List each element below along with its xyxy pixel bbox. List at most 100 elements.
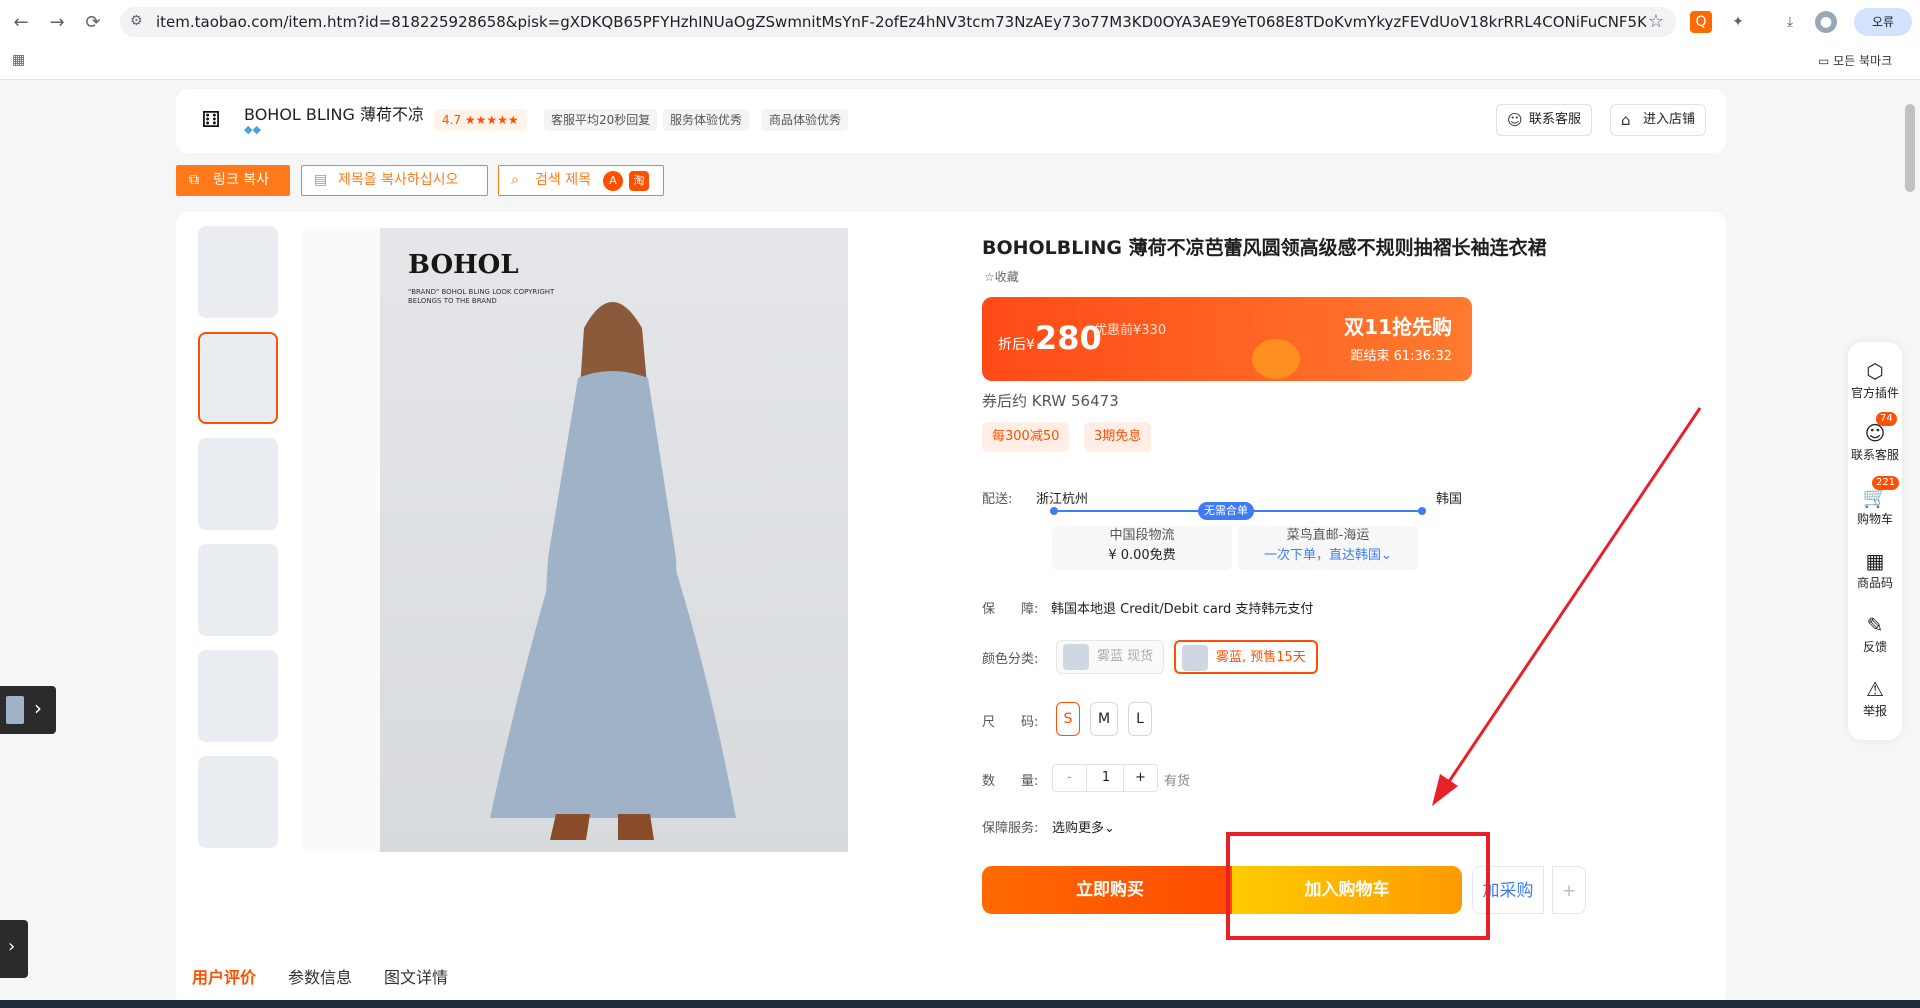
shop-name[interactable]: BOHOL BLING 薄荷不凉 xyxy=(244,101,424,125)
copy-link-label: 링크 복사 xyxy=(213,172,269,188)
tab-params[interactable]: 参数信息 xyxy=(288,964,352,988)
avatar[interactable]: ● xyxy=(1815,11,1837,33)
event-countdown: 距结束 61:36:32 xyxy=(1350,349,1452,364)
back-icon[interactable]: ← xyxy=(8,10,34,36)
tab-reviews[interactable]: 用户评价 xyxy=(192,964,256,988)
quantity-stepper: - 1 + xyxy=(1052,764,1158,792)
bookmark-star-icon[interactable]: ☆ xyxy=(1648,11,1664,32)
shop-tag-product: 商品体验优秀 xyxy=(762,109,849,131)
plugin-icon: ⬡ xyxy=(1866,359,1884,383)
chat-icon: ☺ xyxy=(1507,111,1523,129)
thumbnail-2-selected[interactable] xyxy=(198,332,278,424)
tab-details[interactable]: 图文详情 xyxy=(384,964,448,988)
address-bar[interactable]: ⚙ item.taobao.com/item.htm?id=8182259286… xyxy=(120,7,1676,37)
left-collapse-tab[interactable]: › xyxy=(0,920,28,978)
left-floating-preview[interactable]: › xyxy=(0,686,56,734)
rail-plugin[interactable]: ⬡ 官方插件 xyxy=(1848,358,1902,401)
thumbnail-1[interactable] xyxy=(198,226,278,318)
rail-report-label: 举报 xyxy=(1862,704,1887,718)
rail-product-code[interactable]: ▦ 商品码 xyxy=(1848,548,1902,591)
rail-service-label: 联系客服 xyxy=(1850,448,1899,462)
price-prefix: 折后¥ xyxy=(998,337,1035,353)
shop-badges-icon: ◆◆ xyxy=(244,123,261,136)
copy-title-label: 제목을 복사하십시오 xyxy=(338,172,459,188)
leg1-value: ¥ 0.00免费 xyxy=(1108,548,1176,563)
size-option-l[interactable]: L xyxy=(1128,702,1152,736)
buy-now-button[interactable]: 立即购买 xyxy=(982,866,1238,914)
leg2-title: 菜鸟直邮-海运 xyxy=(1286,528,1370,543)
reload-icon[interactable]: ⟳ xyxy=(80,10,106,36)
chevron-right-icon: › xyxy=(8,936,16,957)
color-swatch xyxy=(1182,645,1208,671)
store-icon: ⌂ xyxy=(1621,111,1631,129)
size-option-s[interactable]: S xyxy=(1056,702,1080,736)
thumbnail-4[interactable] xyxy=(198,544,278,636)
annotation-highlight-box xyxy=(1226,832,1490,940)
search-title-label: 검색 제목 xyxy=(535,172,591,188)
dress-figure xyxy=(490,302,736,840)
apps-grid-icon[interactable]: ▦ xyxy=(12,52,25,68)
thumbnail-list xyxy=(190,226,286,854)
shop-tag-response: 客服平均20秒回复 xyxy=(544,109,658,131)
site-info-icon[interactable]: ⚙ xyxy=(130,13,143,29)
ship-from: 浙江杭州 xyxy=(1036,492,1089,507)
guarantee-text: 韩国本地退 Credit/Debit card 支持韩元支付 xyxy=(1051,602,1314,617)
color-option-label: 雾蓝 现货 xyxy=(1097,649,1154,664)
enter-shop-button[interactable]: ⌂ 进入店铺 xyxy=(1610,104,1707,136)
color-option-instock[interactable]: 雾蓝 现货 xyxy=(1056,640,1165,674)
shipping-leg-sea[interactable]: 菜鸟直邮-海运 一次下单，直达韩国⌄ xyxy=(1238,526,1418,570)
rail-feedback[interactable]: ✎ 反馈 xyxy=(1848,612,1902,655)
shipping-leg-china: 中国段物流 ¥ 0.00免费 xyxy=(1052,526,1232,570)
downloads-icon[interactable]: ⤓ xyxy=(1779,11,1801,33)
quantity-label: 数 量: xyxy=(982,774,1039,789)
preview-thumb xyxy=(6,696,24,724)
profile-error-button[interactable]: 오류 xyxy=(1854,8,1912,36)
product-title: BOHOLBLING 薄荷不凉芭蕾风圆领高级感不规则抽褶长袖连衣裙 xyxy=(982,237,1547,259)
main-product-image[interactable]: BOHOL "BRAND" BOHOL BLING LOOK COPYRIGHT… xyxy=(380,228,848,852)
price-banner: 折后¥280 优惠前¥330 双11抢先购 距结束 61:36:32 xyxy=(982,297,1472,381)
search-title-button[interactable]: ⌕ 검색 제목 A 淘 xyxy=(498,165,664,196)
size-option-m[interactable]: M xyxy=(1090,702,1118,736)
thumbnail-6[interactable] xyxy=(198,756,278,848)
all-bookmarks-link[interactable]: ▭ 모든 북마크 xyxy=(1818,52,1892,69)
stock-status: 有货 xyxy=(1164,774,1191,789)
color-label: 颜色分类: xyxy=(982,652,1039,667)
copy-link-button[interactable]: ⧉ 링크 복사 xyxy=(176,165,290,196)
rail-service[interactable]: ☺ 联系客服 xyxy=(1848,420,1902,463)
thumbnail-5[interactable] xyxy=(198,650,278,742)
guarantee-label: 保 障: xyxy=(982,602,1039,617)
qr-grid-icon: ▦ xyxy=(1865,549,1885,573)
scroll-thumb[interactable] xyxy=(1905,104,1915,192)
rail-plugin-label: 官方插件 xyxy=(1850,386,1899,400)
all-bookmarks-label: 모든 북마크 xyxy=(1833,54,1893,68)
copy-title-button[interactable]: ▤ 제목을 복사하십시오 xyxy=(301,165,488,196)
favorite-button[interactable]: ☆收藏 xyxy=(984,268,1019,285)
shop-rating: 4.7 ★★★★★ xyxy=(434,109,527,131)
quantity-input[interactable]: 1 xyxy=(1089,765,1123,791)
extension-q-icon[interactable]: Q xyxy=(1690,11,1712,33)
coupon-tag-installment[interactable]: 3期免息 xyxy=(1084,422,1152,452)
rail-report[interactable]: ⚠ 举报 xyxy=(1848,676,1902,719)
aliexpress-icon: A xyxy=(603,171,623,191)
route-start-dot xyxy=(1050,507,1058,515)
forward-icon[interactable]: → xyxy=(44,10,70,36)
decrement-button[interactable]: - xyxy=(1053,765,1087,791)
service-badge: 74 xyxy=(1876,412,1897,426)
search-icon: ⌕ xyxy=(511,172,519,188)
leg2-value: 一次下单，直达韩国⌄ xyxy=(1264,548,1392,563)
add-purchase-plus-button[interactable]: + xyxy=(1552,866,1586,914)
extensions-icon[interactable]: ✦ xyxy=(1727,11,1749,33)
shop-logo-icon[interactable]: ⚅ xyxy=(194,104,228,138)
service-more-dropdown[interactable]: 选购更多⌄ xyxy=(1052,817,1115,836)
thumbnail-3[interactable] xyxy=(198,438,278,530)
size-label: 尺 码: xyxy=(982,715,1039,730)
color-option-presale[interactable]: 雾蓝, 预售15天 xyxy=(1174,640,1318,674)
increment-button[interactable]: + xyxy=(1123,765,1157,791)
bookmarks-bar: ▦ ▭ 모든 북마크 xyxy=(0,46,1920,78)
rail-cart[interactable]: 🛒 购物车 xyxy=(1848,484,1902,527)
contact-service-button[interactable]: ☺ 联系客服 xyxy=(1496,104,1593,136)
page-scrollbar[interactable] xyxy=(1902,80,1920,1000)
right-toolbar: ⬡ 官方插件 ☺ 联系客服 74 🛒 购物车 221 ▦ 商品码 ✎ 反馈 ⚠ 举报 xyxy=(1848,342,1902,740)
coupon-tag-discount[interactable]: 每300减50 xyxy=(982,422,1070,452)
ship-to: 韩国 xyxy=(1435,492,1462,507)
